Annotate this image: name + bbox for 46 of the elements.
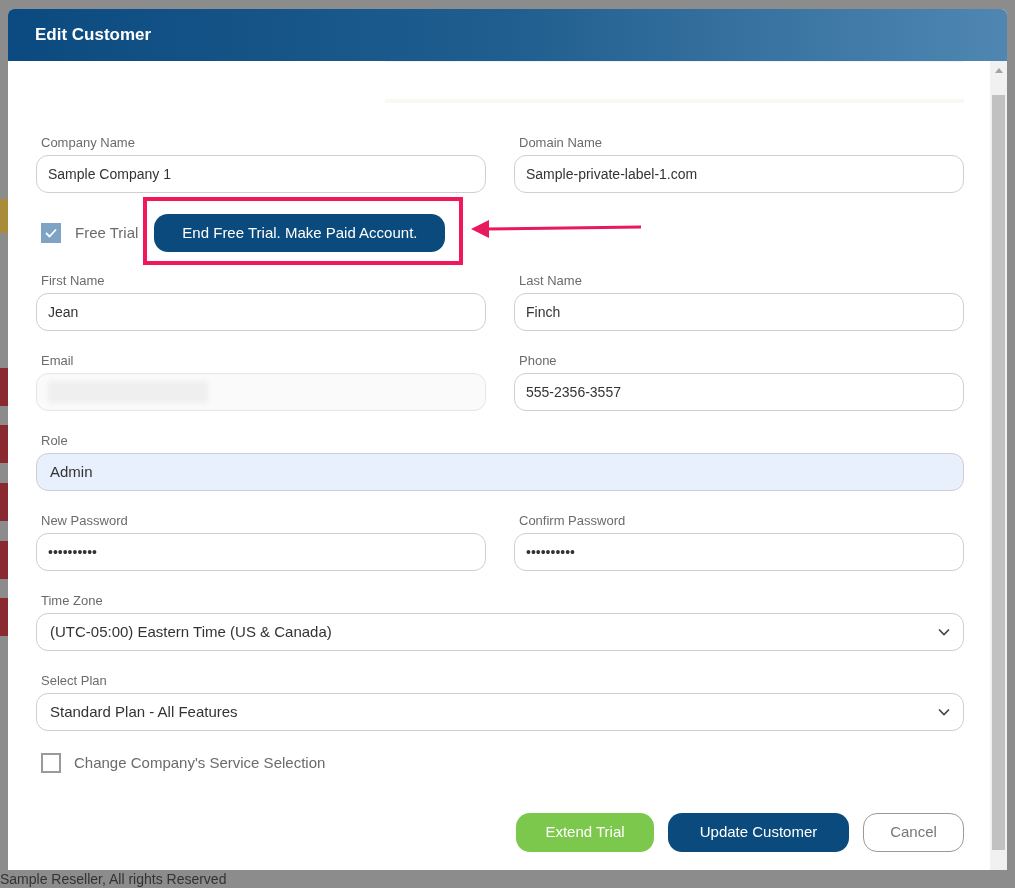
input-field[interactable]: Sample-private-label-1.com (514, 155, 964, 193)
field-label: Phone (518, 353, 558, 369)
field-label: First Name (40, 273, 106, 289)
field-value: Sample-private-label-1.com (526, 164, 698, 184)
input-field[interactable]: •••••••••• (514, 533, 964, 571)
field-label: Confirm Password (518, 513, 627, 529)
field-value: Sample Company 1 (48, 164, 171, 184)
field-label: Company Name (40, 135, 136, 151)
field-value: 555-2356-3557 (526, 382, 621, 402)
input-field[interactable]: Admin (36, 453, 964, 491)
scrollbar-thumb[interactable] (992, 95, 1005, 850)
chevron-down-icon (938, 628, 950, 636)
end-trial-button[interactable]: End Free Trial. Make Paid Account. (154, 214, 446, 252)
field-label: New Password (40, 513, 129, 529)
action-button[interactable]: Update Customer (668, 813, 849, 852)
field-label: Role (40, 433, 69, 449)
backdrop-bar (0, 199, 8, 233)
field-label: Email (40, 353, 75, 369)
field-value: (UTC-05:00) Eastern Time (US & Canada) (50, 621, 332, 642)
input-field[interactable]: Jean (36, 293, 486, 331)
field-value: Finch (526, 302, 561, 322)
input-field[interactable]: •••••••••• (36, 533, 486, 571)
input-field[interactable]: Sample Company 1 (36, 155, 486, 193)
dropdown-field[interactable]: Standard Plan - All Features (36, 693, 964, 731)
checkmark-icon (45, 228, 57, 238)
scroll-up-icon (994, 68, 1003, 73)
checkbox[interactable] (41, 223, 61, 243)
checkbox-label: Change Company's Service Selection (74, 752, 326, 773)
field-value: •••••••••• (48, 542, 97, 562)
input-field[interactable]: 555-2356-3557 (514, 373, 964, 411)
field-value: Jean (48, 302, 79, 322)
field-value: •••••••••• (526, 542, 575, 562)
field-label: Last Name (518, 273, 583, 289)
field-label: Domain Name (518, 135, 604, 151)
checkbox[interactable] (41, 753, 61, 773)
chevron-down-icon (938, 708, 950, 716)
field-value: Admin (50, 461, 93, 482)
dropdown-field[interactable]: (UTC-05:00) Eastern Time (US & Canada) (36, 613, 964, 651)
field-label: Time Zone (40, 593, 104, 609)
field-value: Standard Plan - All Features (50, 701, 238, 722)
checkbox-label: Free Trial (75, 222, 139, 243)
dialog-title: Edit Customer (35, 24, 152, 47)
cancel-button[interactable]: Cancel (863, 813, 964, 852)
footer-text: Sample Reseller, All rights Reserved (0, 871, 227, 888)
field-label: Select Plan (40, 673, 108, 689)
input-field[interactable]: Finch (514, 293, 964, 331)
